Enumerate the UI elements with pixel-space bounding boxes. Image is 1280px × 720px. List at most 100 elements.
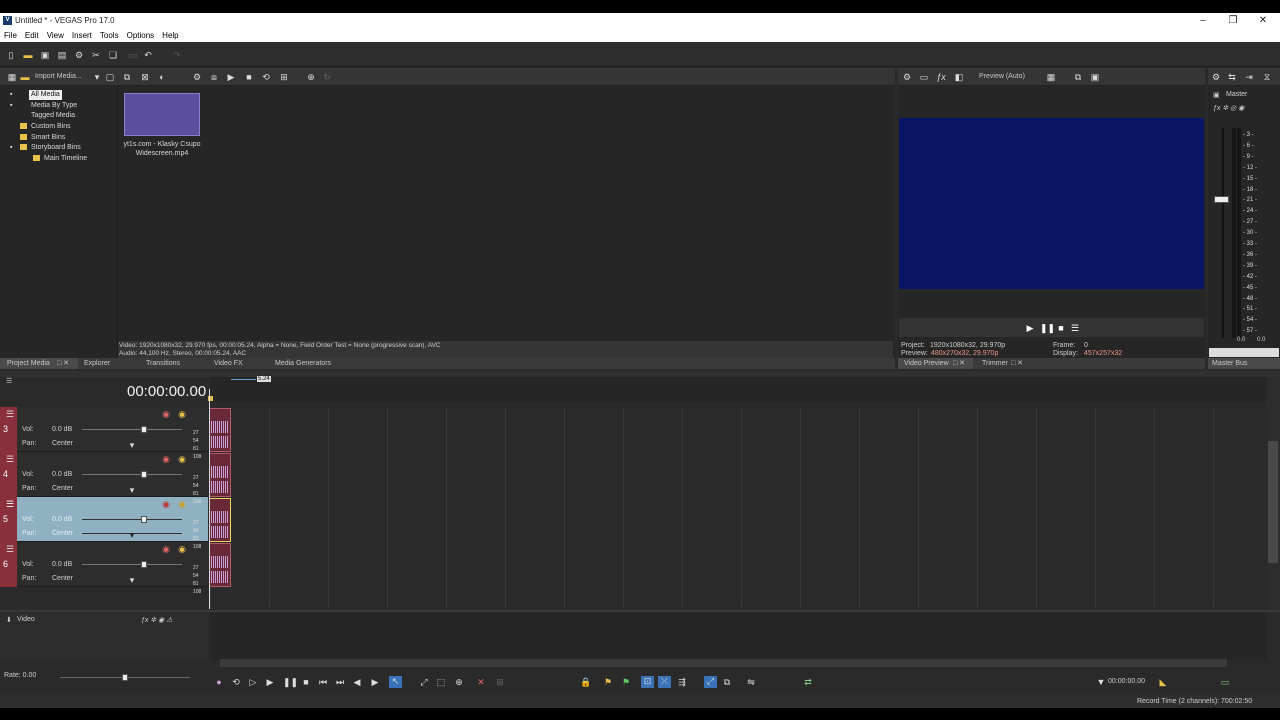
tree-item-custom-bins[interactable]: Custom Bins (31, 122, 71, 132)
close-button[interactable]: ✕ (1248, 14, 1278, 28)
menu-file[interactable]: File (0, 30, 21, 42)
fx-icon[interactable]: ƒx (936, 72, 946, 82)
minimize-button[interactable]: – (1188, 14, 1218, 28)
views-icon[interactable]: ⊞ (279, 72, 289, 82)
new-icon[interactable]: ▯ (6, 50, 16, 60)
settings-icon[interactable]: ⚙ (1211, 72, 1221, 82)
play-icon[interactable]: ▶ (1025, 323, 1035, 333)
pan-slider-knob[interactable]: ▾ (127, 575, 137, 585)
tree-toggle-icon[interactable]: ▪ (10, 143, 12, 153)
capture-icon[interactable]: ▢ (105, 72, 115, 82)
menu-icon[interactable]: ☰ (1070, 323, 1080, 333)
undo-icon[interactable]: ↶ (143, 50, 153, 60)
lock-icon[interactable]: 🔒 (580, 677, 591, 687)
media-fx-icon[interactable]: ◐ (157, 72, 167, 82)
playhead[interactable] (209, 389, 210, 609)
save-snapshot-icon[interactable]: ▣ (1090, 72, 1100, 82)
remove-media-icon[interactable]: ⊠ (140, 72, 150, 82)
paste-icon[interactable]: ▭ (128, 50, 138, 60)
audio-clip[interactable] (209, 408, 231, 452)
timeline-h-scrollbar[interactable] (220, 659, 1227, 667)
pan-slider-knob[interactable]: ▾ (127, 530, 137, 540)
auto-crossfade-icon[interactable]: ⤫ (658, 676, 671, 688)
save-icon[interactable]: ▣ (40, 50, 50, 60)
tree-toggle-icon[interactable]: ▪ (10, 90, 12, 100)
open-icon[interactable]: ▬ (23, 50, 33, 60)
play-icon[interactable]: ▶ (265, 677, 275, 687)
stop-icon[interactable]: ■ (244, 72, 254, 82)
solo-icon[interactable]: ◉ (177, 544, 187, 554)
mute-icon[interactable]: ◉ (161, 454, 171, 464)
next-frame-icon[interactable]: ▶ (370, 677, 380, 687)
stop-icon[interactable]: ■ (301, 677, 311, 687)
play-from-start-icon[interactable]: ▷ (248, 677, 258, 687)
menu-tools[interactable]: Tools (96, 30, 123, 42)
audio-track-4[interactable]: 4 ☰ Vol: 0.0 dB Pan: Center ▾ ◉ ◉ (0, 452, 208, 497)
mute-icon[interactable]: ◉ (161, 544, 171, 554)
cut-icon[interactable]: ✂ (91, 50, 101, 60)
split-screen-icon[interactable]: ◧ (954, 72, 964, 82)
normal-edit-tool-icon[interactable]: ↖ (389, 676, 402, 688)
splitter[interactable] (117, 86, 118, 358)
tree-item-storyboard-bins[interactable]: Storyboard Bins (31, 143, 81, 153)
tab-trimmer[interactable]: Trimmer (982, 358, 1008, 369)
prev-frame-icon[interactable]: ◀ (352, 677, 362, 687)
media-thumbnail[interactable] (124, 93, 200, 136)
tree-item-main-timeline[interactable]: Main Timeline (44, 154, 87, 164)
zoom-icon[interactable]: ⊕ (306, 72, 316, 82)
loop-icon[interactable]: ⟲ (231, 677, 241, 687)
track-menu-icon[interactable]: ☰ (5, 454, 15, 464)
import-folder-icon[interactable]: ▬ (20, 72, 30, 82)
envelope-tool-icon[interactable]: ⤢ (419, 677, 429, 687)
tab-media-generators[interactable]: Media Generators (275, 358, 331, 369)
go-to-start-icon[interactable]: ⏮ (318, 677, 328, 687)
selection-tool-icon[interactable]: ⬚ (436, 677, 446, 687)
record-icon[interactable]: ● (214, 677, 224, 687)
track-menu-icon[interactable]: ☰ (5, 409, 15, 419)
pan-slider-knob[interactable]: ▾ (127, 485, 137, 495)
dim-icon[interactable]: ⇥ (1244, 72, 1254, 82)
menu-help[interactable]: Help (158, 30, 182, 42)
mixer-icon[interactable]: ⧖ (1262, 72, 1272, 82)
overlays-icon[interactable]: ▦ (1046, 72, 1056, 82)
import-media-button[interactable]: Import Media... (35, 71, 82, 82)
rate-slider-knob[interactable] (122, 674, 128, 681)
bus-fx-icon[interactable]: ƒx ✲ ◉ ⚠ (141, 616, 172, 624)
preview-quality-dropdown[interactable]: Preview (Auto) (979, 71, 1025, 82)
menu-view[interactable]: View (43, 30, 68, 42)
vol-slider[interactable] (82, 429, 182, 430)
loop-icon[interactable]: ⟲ (261, 72, 271, 82)
tab-explorer[interactable]: Explorer (84, 358, 110, 369)
settings-icon[interactable]: ⚙ (902, 72, 912, 82)
lock-envelopes-icon[interactable]: ⤢ (704, 676, 717, 688)
scrub-icon[interactable]: ⇄ (803, 677, 813, 687)
vol-slider-knob[interactable] (141, 471, 147, 478)
track-menu-icon[interactable]: ☰ (5, 499, 15, 509)
menu-options[interactable]: Options (123, 30, 159, 42)
solo-icon[interactable]: ◉ (177, 499, 187, 509)
tab-close-icon[interactable]: □ ✕ (953, 358, 965, 369)
timeline-ruler[interactable] (210, 377, 1268, 402)
ignore-grouping-icon[interactable]: ⧉ (722, 677, 732, 687)
master-checkbox[interactable]: ▣ (1213, 91, 1220, 99)
tab-video-fx[interactable]: Video FX (214, 358, 243, 369)
redo-icon[interactable]: ↷ (172, 50, 182, 60)
tab-transitions[interactable]: Transitions (146, 358, 180, 369)
external-monitor-icon[interactable]: ▭ (919, 72, 929, 82)
audio-track-3[interactable]: 3 ☰ Vol: 0.0 dB Pan: Center ▾ ◉ ◉ (0, 407, 208, 452)
audio-track-6[interactable]: 6 ☰ Vol: 0.0 dB Pan: Center ▾ ◉ ◉ (0, 542, 208, 587)
vol-slider-knob[interactable] (141, 426, 147, 433)
play-icon[interactable]: ▶ (226, 72, 236, 82)
tree-item-tagged-media[interactable]: Tagged Media (31, 111, 75, 121)
timeline-v-thumb[interactable] (1268, 441, 1278, 563)
menu-edit[interactable]: Edit (21, 30, 43, 42)
go-to-end-icon[interactable]: ⏭ (335, 677, 345, 687)
timeline-track-area[interactable] (210, 407, 1267, 607)
auto-preview-icon[interactable]: ⧈ (209, 72, 219, 82)
bus-divider[interactable] (0, 610, 1280, 612)
loop-region[interactable] (231, 379, 256, 380)
menu-icon[interactable]: ☰ (6, 377, 12, 385)
get-media-icon[interactable]: ⧉ (122, 72, 132, 82)
audio-clip[interactable] (209, 453, 231, 497)
audio-clip[interactable] (209, 543, 231, 587)
